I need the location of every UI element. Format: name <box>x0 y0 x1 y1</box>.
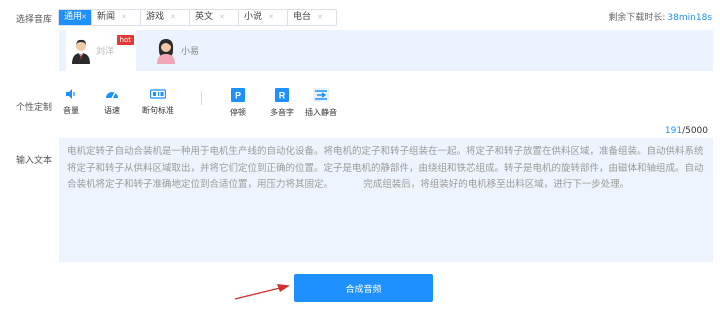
sentence-break-button[interactable]: 断句标准 <box>138 88 178 116</box>
tool-label: 语速 <box>104 106 120 115</box>
tool-label: 音量 <box>63 106 79 115</box>
speed-icon <box>106 92 118 99</box>
voice-category-tabs: 通用 ✕ 新闻 ✕ 游戏 ✕ 英文 ✕ 小说 ✕ 电台 ✕ <box>58 9 337 26</box>
char-counter: 191/5000 <box>665 126 708 136</box>
tool-label: 多音字 <box>270 108 294 117</box>
tool-label: 停顿 <box>230 108 246 117</box>
sentence-break-icon <box>150 89 166 99</box>
remaining-value: 38min18s <box>667 13 712 23</box>
tab-games[interactable]: 游戏 ✕ <box>140 10 189 25</box>
close-icon[interactable]: ✕ <box>81 10 87 25</box>
tab-english[interactable]: 英文 ✕ <box>189 10 238 25</box>
pause-icon: P <box>231 88 245 102</box>
polyphone-icon: R <box>275 88 289 102</box>
char-count-current: 191 <box>664 126 683 136</box>
insert-silence-icon <box>313 88 329 102</box>
tool-label: 断句标准 <box>142 106 174 115</box>
close-icon[interactable]: ✕ <box>317 10 323 25</box>
remaining-download-time: 剩余下载时长: 38min18s <box>608 10 712 23</box>
input-label: 输入文本 <box>16 156 53 166</box>
tool-label: 插入静音 <box>305 108 337 117</box>
insert-silence-button[interactable]: 插入静音 <box>301 88 341 118</box>
text-input[interactable]: 电机定转子自动合装机是一种用于电机生产线的自动化设备。将电机的定子和转子组装在一… <box>59 138 713 262</box>
library-label: 选择音库 <box>16 15 53 25</box>
polyphone-button[interactable]: R 多音字 <box>262 88 302 118</box>
voice-card-xiaoyi[interactable]: 小易 <box>151 30 221 71</box>
volume-button[interactable]: 音量 <box>51 88 91 116</box>
voice-name: 刘洋 <box>96 47 115 57</box>
voice-name: 小易 <box>181 47 200 57</box>
voice-card-liuyang[interactable]: 刘洋 hot <box>66 30 136 71</box>
tab-radio[interactable]: 电台 ✕ <box>287 10 336 25</box>
volume-icon <box>66 89 75 99</box>
remaining-label: 剩余下载时长: <box>608 13 666 23</box>
pause-button[interactable]: P 停顿 <box>218 88 258 118</box>
custom-label: 个性定制 <box>16 103 53 113</box>
synthesize-audio-button[interactable]: 合成音频 <box>294 274 433 302</box>
close-icon[interactable]: ✕ <box>170 10 176 25</box>
speed-button[interactable]: 语速 <box>92 88 132 116</box>
male-avatar-icon <box>72 39 90 64</box>
close-icon[interactable]: ✕ <box>121 10 127 25</box>
svg-text:P: P <box>235 91 241 101</box>
svg-text:R: R <box>279 91 286 101</box>
voice-list: 刘洋 hot 小易 <box>59 30 713 71</box>
red-arrow-annotation <box>234 284 290 300</box>
female-avatar-icon <box>157 38 175 64</box>
tab-novel[interactable]: 小说 ✕ <box>238 10 287 25</box>
toolbar-divider <box>201 91 202 105</box>
close-icon[interactable]: ✕ <box>219 10 225 25</box>
tab-news[interactable]: 新闻 ✕ <box>91 10 140 25</box>
char-count-max: /5000 <box>682 126 708 136</box>
close-icon[interactable]: ✕ <box>268 10 274 25</box>
tab-general[interactable]: 通用 ✕ <box>59 10 91 25</box>
hot-badge: hot <box>116 35 134 45</box>
